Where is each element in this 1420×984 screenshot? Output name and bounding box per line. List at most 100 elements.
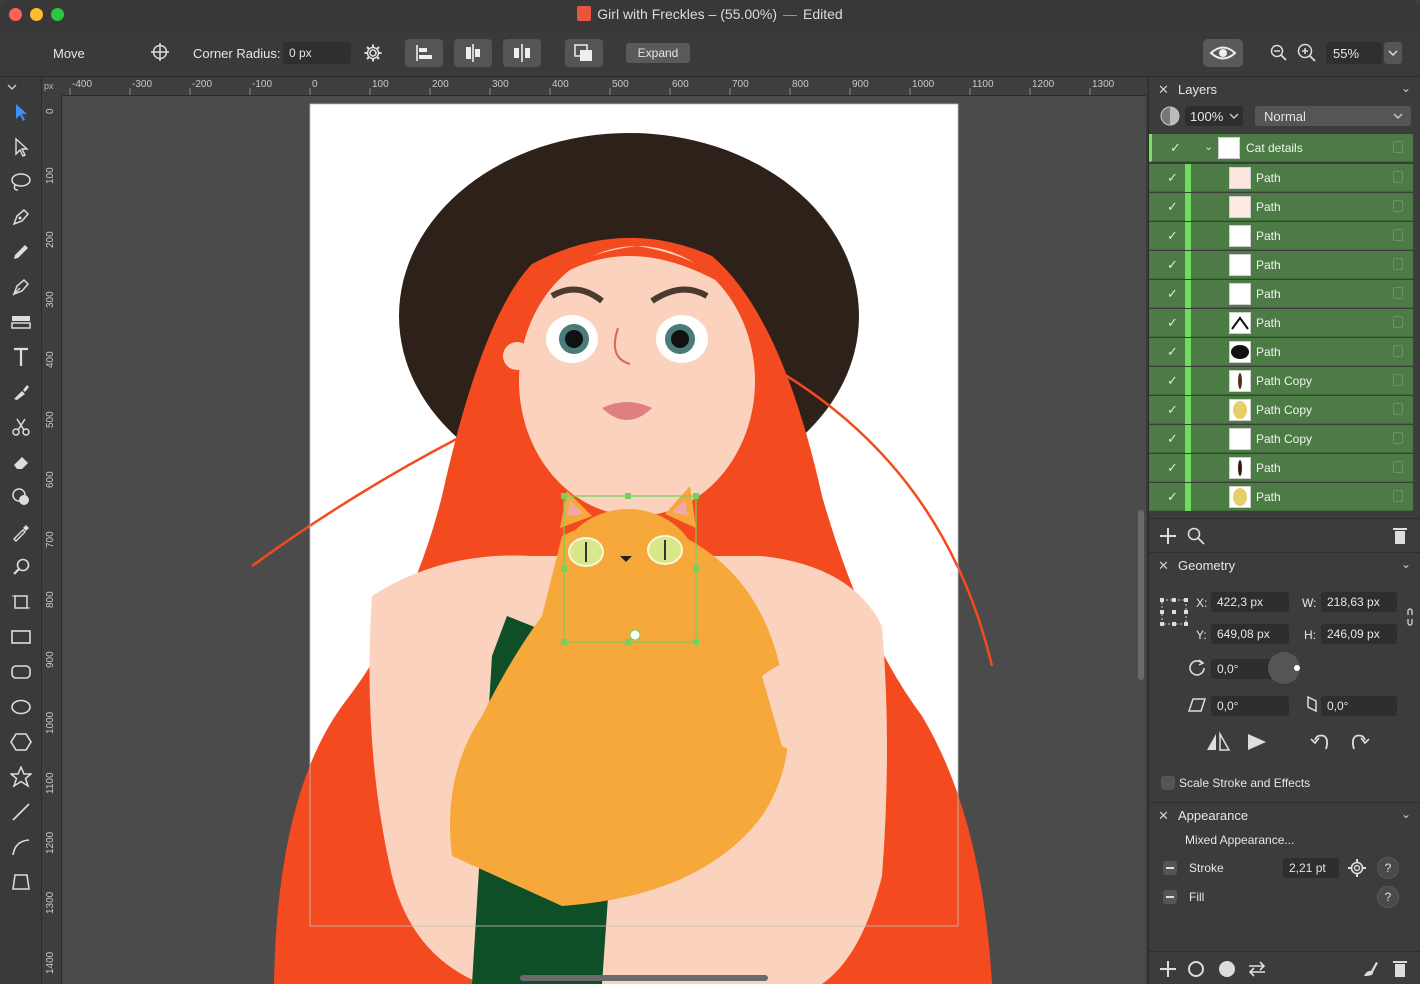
- disclosure-chevron-icon[interactable]: ⌄: [1204, 140, 1213, 153]
- rounded-rect-icon[interactable]: [9, 660, 33, 684]
- corner-radius-field[interactable]: 0 px: [283, 42, 351, 64]
- view-mode-button[interactable]: [1203, 39, 1243, 67]
- illustration[interactable]: [62, 96, 1146, 984]
- remove-stroke-icon[interactable]: [1163, 861, 1177, 875]
- flip-vertical-icon[interactable]: [1245, 731, 1269, 753]
- visibility-check-icon[interactable]: ✓: [1167, 431, 1178, 447]
- add-layer-icon[interactable]: [1159, 527, 1177, 545]
- clear-brush-icon[interactable]: [1361, 960, 1379, 978]
- remove-fill-icon[interactable]: [1163, 890, 1177, 904]
- chevron-down-icon[interactable]: ⌄: [1401, 807, 1411, 821]
- layer-group-row[interactable]: ✓ ⌄ Cat details: [1149, 134, 1413, 162]
- eyedropper-brush-icon[interactable]: [9, 380, 33, 404]
- x-position-field[interactable]: 422,3 px: [1211, 592, 1289, 612]
- visibility-check-icon[interactable]: ✓: [1167, 489, 1178, 505]
- canvas[interactable]: [62, 96, 1146, 984]
- layer-row[interactable]: ✓ Path Copy: [1149, 396, 1413, 424]
- lock-icon[interactable]: [1393, 258, 1403, 270]
- lock-icon[interactable]: [1393, 287, 1403, 299]
- visibility-check-icon[interactable]: ✓: [1167, 170, 1178, 186]
- link-proportions-icon[interactable]: [1405, 607, 1415, 627]
- expand-button[interactable]: Expand: [626, 43, 690, 63]
- close-icon[interactable]: ✕: [1158, 558, 1169, 574]
- layer-row[interactable]: ✓ Path: [1149, 280, 1413, 308]
- shape-builder-icon[interactable]: [9, 485, 33, 509]
- stroke-width-field[interactable]: 2,21 pt: [1283, 858, 1339, 878]
- close-icon[interactable]: ✕: [1158, 82, 1169, 98]
- rectangle-icon[interactable]: [9, 625, 33, 649]
- star-icon[interactable]: [9, 765, 33, 789]
- close-icon[interactable]: ✕: [1158, 808, 1169, 824]
- zoom-level-field[interactable]: 55%: [1326, 42, 1382, 64]
- selection-handle[interactable]: [561, 566, 567, 572]
- snap-target-icon[interactable]: [150, 42, 170, 67]
- lock-icon[interactable]: [1393, 141, 1403, 153]
- vertical-scrollbar[interactable]: [1138, 510, 1144, 680]
- curve-icon[interactable]: [9, 835, 33, 859]
- pencil-icon[interactable]: [9, 240, 33, 264]
- pen-icon[interactable]: [9, 205, 33, 229]
- selection-handle[interactable]: [561, 493, 567, 499]
- lock-icon[interactable]: [1393, 316, 1403, 328]
- zoom-out-icon[interactable]: [1270, 44, 1288, 67]
- line-icon[interactable]: [9, 800, 33, 824]
- ellipse-icon[interactable]: [9, 695, 33, 719]
- select-arrow-icon[interactable]: [9, 100, 33, 124]
- visibility-check-icon[interactable]: ✓: [1167, 315, 1178, 331]
- artboard-icon[interactable]: [9, 590, 33, 614]
- scale-stroke-checkbox[interactable]: [1161, 776, 1175, 790]
- lock-icon[interactable]: [1393, 432, 1403, 444]
- stroke-help-button[interactable]: ?: [1377, 857, 1399, 879]
- vector-brush-icon[interactable]: [9, 275, 33, 299]
- layer-row[interactable]: ✓ Path: [1149, 454, 1413, 482]
- lock-icon[interactable]: [1393, 200, 1403, 212]
- layer-row[interactable]: ✓ Path: [1149, 164, 1413, 192]
- selection-handle[interactable]: [693, 566, 699, 572]
- trash-icon[interactable]: [1393, 527, 1407, 545]
- layer-row[interactable]: ✓ Path Copy: [1149, 367, 1413, 395]
- text-icon[interactable]: [9, 345, 33, 369]
- scissors-icon[interactable]: [9, 415, 33, 439]
- lock-icon[interactable]: [1393, 229, 1403, 241]
- ruler-unit[interactable]: px: [42, 78, 62, 96]
- align-center-button[interactable]: [454, 39, 492, 67]
- transform-icon[interactable]: [9, 870, 33, 894]
- rotate-right-icon[interactable]: [1349, 731, 1371, 753]
- lock-icon[interactable]: [1393, 171, 1403, 183]
- trash-icon[interactable]: [1393, 960, 1407, 978]
- layer-row[interactable]: ✓ Path: [1149, 193, 1413, 221]
- add-fill-icon[interactable]: [1218, 960, 1236, 978]
- fill-help-button[interactable]: ?: [1377, 886, 1399, 908]
- anchor-grid-icon[interactable]: [1159, 597, 1189, 627]
- direct-select-icon[interactable]: [9, 135, 33, 159]
- lock-icon[interactable]: [1393, 345, 1403, 357]
- color-picker-icon[interactable]: [9, 520, 33, 544]
- layer-opacity-field[interactable]: 100%: [1185, 106, 1243, 126]
- layer-row[interactable]: ✓ Path: [1149, 309, 1413, 337]
- chevron-down-icon[interactable]: ⌄: [1401, 557, 1411, 571]
- layer-row[interactable]: ✓ Path: [1149, 251, 1413, 279]
- visibility-check-icon[interactable]: ✓: [1170, 140, 1181, 156]
- corner-settings-gear-icon[interactable]: [363, 43, 383, 68]
- visibility-check-icon[interactable]: ✓: [1167, 344, 1178, 360]
- lock-icon[interactable]: [1393, 403, 1403, 415]
- selection-handle[interactable]: [561, 639, 567, 645]
- lasso-icon[interactable]: [9, 170, 33, 194]
- search-icon[interactable]: [1187, 527, 1205, 545]
- stroke-settings-gear-icon[interactable]: [1347, 858, 1367, 878]
- rotate-left-icon[interactable]: [1309, 731, 1331, 753]
- selection-handle[interactable]: [693, 639, 699, 645]
- rotation-dial[interactable]: [1267, 651, 1301, 685]
- skew-field[interactable]: 0,0°: [1321, 696, 1397, 716]
- distribute-button[interactable]: [503, 39, 541, 67]
- layer-row[interactable]: ✓ Path: [1149, 338, 1413, 366]
- lock-icon[interactable]: [1393, 490, 1403, 502]
- layer-row[interactable]: ✓ Path: [1149, 483, 1413, 511]
- visibility-check-icon[interactable]: ✓: [1167, 460, 1178, 476]
- zoom-tool-icon[interactable]: [9, 555, 33, 579]
- visibility-check-icon[interactable]: ✓: [1167, 199, 1178, 215]
- lock-icon[interactable]: [1393, 461, 1403, 473]
- add-stroke-icon[interactable]: [1187, 960, 1205, 978]
- y-position-field[interactable]: 649,08 px: [1211, 624, 1289, 644]
- visibility-check-icon[interactable]: ✓: [1167, 257, 1178, 273]
